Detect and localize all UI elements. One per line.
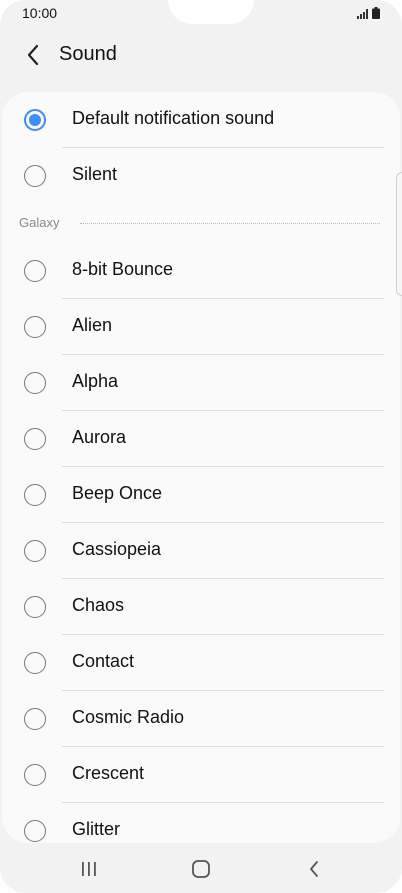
list-item-label: Cosmic Radio: [72, 707, 185, 727]
list-item-cassiopeia[interactable]: Cassiopeia: [2, 523, 400, 579]
chevron-left-icon: [27, 44, 39, 66]
home-icon: [192, 860, 210, 878]
radio-button[interactable]: [24, 652, 46, 674]
radio-button[interactable]: [24, 316, 46, 338]
radio-button[interactable]: [24, 708, 46, 730]
radio-button[interactable]: [24, 165, 46, 187]
list-item-label: Alien: [72, 315, 113, 335]
navigation-bar: [0, 845, 402, 893]
page-title: Sound: [59, 43, 117, 65]
list-item-beep-once[interactable]: Beep Once: [2, 467, 400, 523]
list-item-label: Default notification sound: [72, 108, 275, 128]
signal-icon: [357, 6, 369, 24]
status-bar: 10:00: [0, 0, 402, 26]
list-item-aurora[interactable]: Aurora: [2, 411, 400, 467]
list-item-label: Beep Once: [72, 483, 163, 503]
list-item-alien[interactable]: Alien: [2, 299, 400, 355]
list-item-label: Alpha: [72, 371, 119, 391]
list-item-label: Crescent: [72, 763, 145, 783]
section-divider: [80, 223, 380, 224]
nav-back-button[interactable]: [294, 853, 334, 885]
radio-button[interactable]: [24, 109, 46, 131]
radio-button[interactable]: [24, 260, 46, 282]
home-button[interactable]: [181, 853, 221, 885]
list-item-label: Contact: [72, 651, 135, 671]
list-item-8-bit-bounce[interactable]: 8-bit Bounce: [2, 243, 400, 299]
status-icons: [357, 6, 380, 24]
list-item-label: Cassiopeia: [72, 539, 162, 559]
list-item-chaos[interactable]: Chaos: [2, 579, 400, 635]
list-item-silent[interactable]: Silent: [2, 148, 400, 204]
list-item-label: Chaos: [72, 595, 125, 615]
back-button[interactable]: [18, 40, 48, 70]
list-item-glitter[interactable]: Glitter: [2, 803, 400, 843]
radio-button[interactable]: [24, 484, 46, 506]
recents-icon: [82, 862, 96, 876]
list-item-label: Glitter: [72, 819, 121, 839]
app-bar: Sound: [0, 30, 402, 80]
status-time: 10:00: [22, 5, 58, 21]
list-item-contact[interactable]: Contact: [2, 635, 400, 691]
recents-button[interactable]: [69, 853, 109, 885]
phone-screen: 10:00 Sound Default notification sound S…: [0, 0, 402, 893]
radio-button[interactable]: [24, 596, 46, 618]
list-item-label: Aurora: [72, 427, 127, 447]
radio-button[interactable]: [24, 428, 46, 450]
radio-button[interactable]: [24, 820, 46, 842]
battery-icon: [372, 6, 380, 24]
list-item-crescent[interactable]: Crescent: [2, 747, 400, 803]
section-label: Galaxy: [19, 215, 60, 230]
list-item-cosmic-radio[interactable]: Cosmic Radio: [2, 691, 400, 747]
scrollbar-handle[interactable]: [396, 172, 402, 296]
radio-button[interactable]: [24, 372, 46, 394]
nav-back-icon: [310, 861, 318, 877]
radio-button[interactable]: [24, 540, 46, 562]
list-item-label: 8-bit Bounce: [72, 259, 174, 279]
sound-list: Default notification sound Silent Galaxy…: [2, 92, 400, 843]
list-item-default-notification-sound[interactable]: Default notification sound: [2, 92, 400, 148]
list-item-alpha[interactable]: Alpha: [2, 355, 400, 411]
radio-button[interactable]: [24, 764, 46, 786]
section-header-galaxy: Galaxy: [2, 212, 400, 234]
list-item-label: Silent: [72, 164, 118, 184]
